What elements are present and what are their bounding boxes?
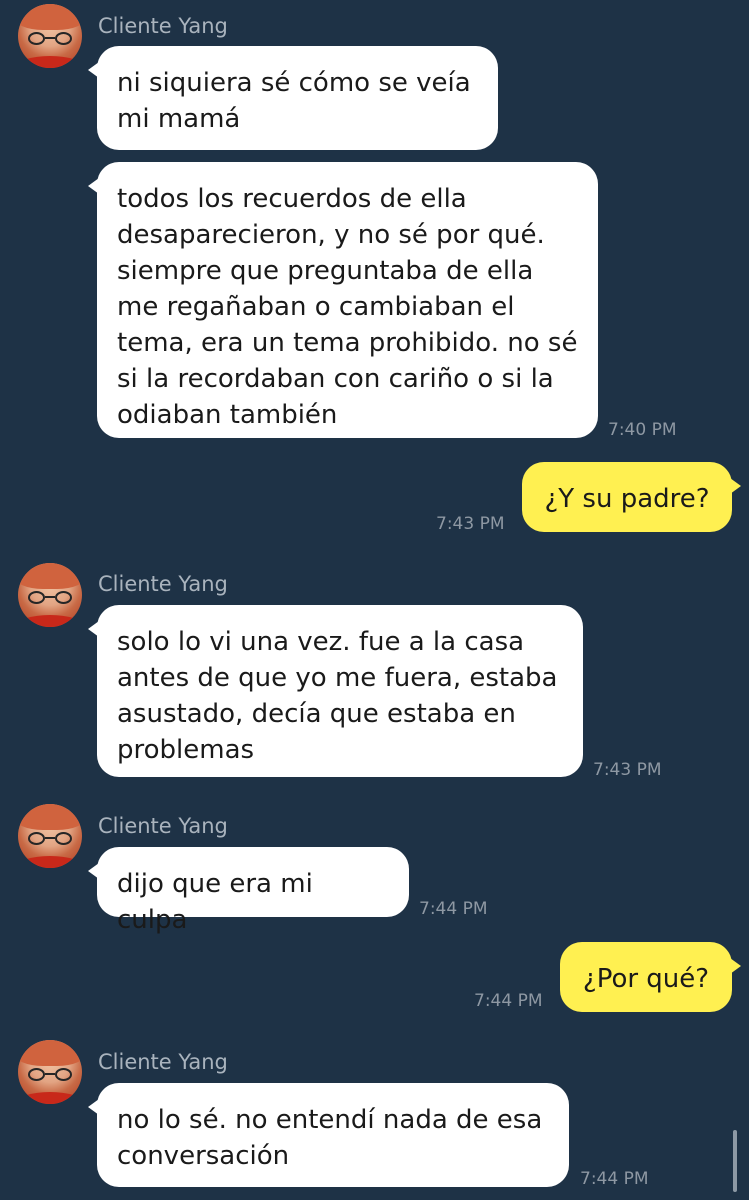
message-timestamp: 7:43 PM (593, 760, 662, 780)
glasses-icon (28, 1068, 72, 1082)
sender-name: Cliente Yang (98, 814, 228, 838)
scrollbar[interactable] (733, 1130, 737, 1192)
glasses-icon (28, 832, 72, 846)
message-bubble-incoming[interactable]: ni siquiera sé cómo se veía mi mamá (88, 46, 498, 150)
glasses-icon (28, 32, 72, 46)
message-bubble-incoming[interactable]: solo lo vi una vez. fue a la casa antes … (88, 605, 583, 777)
avatar[interactable] (18, 804, 82, 868)
sender-name: Cliente Yang (98, 14, 228, 38)
avatar[interactable] (18, 563, 82, 627)
message-timestamp: 7:44 PM (580, 1169, 649, 1189)
message-timestamp: 7:44 PM (474, 991, 543, 1011)
message-bubble-outgoing[interactable]: ¿Por qué? (560, 942, 741, 1012)
message-bubble-incoming[interactable]: todos los recuerdos de ella desaparecier… (88, 162, 598, 438)
avatar[interactable] (18, 1040, 82, 1104)
avatar[interactable] (18, 4, 82, 68)
message-timestamp: 7:40 PM (608, 420, 677, 440)
message-timestamp: 7:44 PM (419, 899, 488, 919)
sender-name: Cliente Yang (98, 1050, 228, 1074)
message-bubble-incoming[interactable]: dijo que era mi culpa (88, 847, 409, 935)
message-bubble-incoming[interactable]: no lo sé. no entendí nada de esa convers… (88, 1083, 569, 1187)
message-timestamp: 7:43 PM (436, 514, 505, 534)
message-bubble-outgoing[interactable]: ¿Y su padre? (522, 462, 741, 532)
sender-name: Cliente Yang (98, 572, 228, 596)
glasses-icon (28, 591, 72, 605)
